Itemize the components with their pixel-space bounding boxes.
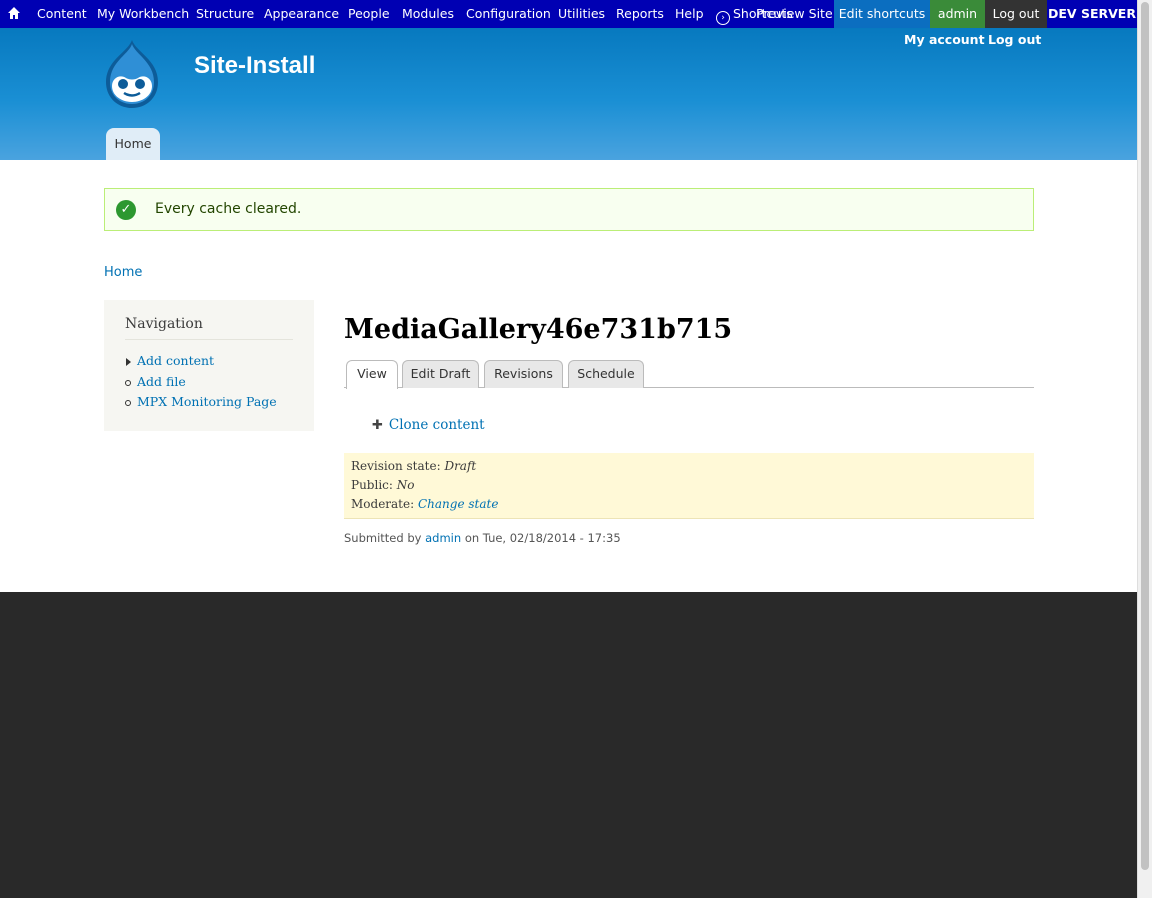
toolbar-logout-button[interactable]: Log out	[985, 0, 1047, 28]
status-message-text: Every cache cleared.	[155, 201, 302, 217]
scrollbar-thumb[interactable]	[1141, 2, 1149, 870]
navigation-menu: Add content Add file MPX Monitoring Page	[125, 353, 277, 415]
toolbar-item-help[interactable]: Help	[675, 0, 704, 28]
site-header: Site-Install My account Log out Home	[0, 28, 1137, 160]
author-link[interactable]: admin	[425, 531, 461, 545]
vertical-scrollbar[interactable]	[1137, 0, 1152, 898]
tab-edit-draft[interactable]: Edit Draft	[402, 360, 479, 388]
submitted-prefix: Submitted by	[344, 531, 422, 545]
breadcrumb-home[interactable]: Home	[104, 265, 142, 280]
bullet-icon	[125, 379, 131, 386]
edit-shortcuts-button[interactable]: Edit shortcuts	[834, 0, 930, 28]
tab-view[interactable]: View	[346, 360, 398, 389]
tab-revisions[interactable]: Revisions	[484, 360, 563, 388]
toolbar-item-my-workbench[interactable]: My Workbench	[97, 0, 189, 28]
navigation-title: Navigation	[125, 316, 203, 332]
toolbar-user-link[interactable]: admin	[930, 0, 985, 28]
primary-tab-home[interactable]: Home	[106, 128, 160, 160]
toolbar-item-appearance[interactable]: Appearance	[264, 0, 339, 28]
workbench-moderation-info: Revision state: Draft Public: No Moderat…	[344, 453, 1034, 519]
revision-state-value: Draft	[444, 459, 477, 473]
change-state-link[interactable]: Change state	[418, 497, 498, 511]
content-tabs: View Edit Draft Revisions Schedule	[344, 359, 1034, 389]
environment-badge: DEV SERVER	[1047, 0, 1137, 28]
revision-state-label: Revision state:	[351, 459, 441, 473]
nav-item-add-file[interactable]: Add file	[125, 374, 277, 395]
public-label: Public:	[351, 478, 393, 492]
my-account-link[interactable]: My account	[904, 32, 985, 47]
moderate-label: Moderate:	[351, 497, 415, 511]
public-value: No	[396, 478, 415, 492]
drupal-logo[interactable]	[100, 38, 164, 110]
nav-item-label: Add content	[137, 353, 215, 368]
shortcuts-toggle-icon: ›	[716, 11, 730, 25]
submitted-info: Submitted by admin on Tue, 02/18/2014 - …	[344, 531, 621, 545]
toolbar-item-structure[interactable]: Structure	[196, 0, 254, 28]
public-row: Public: No	[351, 478, 1034, 497]
nav-item-label: MPX Monitoring Page	[137, 394, 277, 409]
home-icon[interactable]	[4, 0, 24, 28]
page-footer	[0, 592, 1137, 898]
clone-content-link[interactable]: ✚ Clone content	[372, 417, 485, 433]
admin-toolbar: Content My Workbench Structure Appearanc…	[0, 0, 1137, 28]
nav-item-label: Add file	[137, 373, 186, 389]
toolbar-item-utilities[interactable]: Utilities	[558, 0, 605, 28]
toolbar-item-configuration[interactable]: Configuration	[466, 0, 551, 28]
site-name[interactable]: Site-Install	[194, 52, 315, 80]
moderate-row: Moderate: Change state	[351, 497, 1034, 516]
nav-item-mpx-monitoring[interactable]: MPX Monitoring Page	[125, 394, 277, 415]
shortcut-preview-site[interactable]: Preview Site	[756, 0, 833, 28]
revision-state-row: Revision state: Draft	[351, 459, 1034, 478]
navigation-block: Navigation Add content Add file MPX Moni…	[104, 300, 314, 431]
toolbar-item-reports[interactable]: Reports	[616, 0, 664, 28]
check-icon: ✓	[116, 200, 136, 220]
toolbar-item-people[interactable]: People	[348, 0, 390, 28]
submitted-date: on Tue, 02/18/2014 - 17:35	[464, 531, 621, 545]
navigation-divider	[125, 339, 293, 340]
nav-item-add-content[interactable]: Add content	[125, 353, 277, 374]
toolbar-item-modules[interactable]: Modules	[402, 0, 454, 28]
toolbar-item-content[interactable]: Content	[37, 0, 87, 28]
tab-schedule[interactable]: Schedule	[568, 360, 644, 388]
status-message: ✓ Every cache cleared.	[104, 188, 1034, 231]
header-logout-link[interactable]: Log out	[988, 32, 1041, 47]
bullet-icon	[125, 399, 131, 406]
page-title: MediaGallery46e731b715	[344, 314, 733, 345]
collapsed-arrow-icon	[125, 358, 131, 366]
plus-icon: ✚	[372, 418, 383, 433]
clone-content-label: Clone content	[388, 417, 485, 433]
